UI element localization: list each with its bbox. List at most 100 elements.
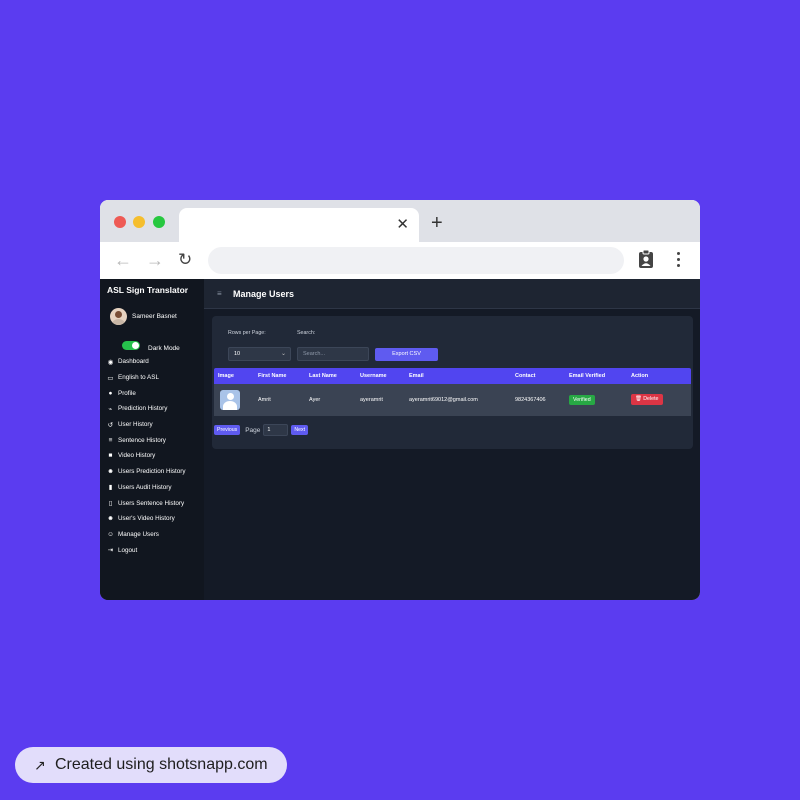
chevron-down-icon: ⌄ (280, 351, 286, 357)
users-icon: ☻ (107, 468, 114, 476)
sidebar-item-label: Users Prediction History (118, 468, 186, 476)
sidebar-item-label: Dashboard (118, 358, 149, 366)
sidebar-item-label: Manage Users (118, 530, 159, 538)
verified-badge: Verified (569, 395, 595, 405)
next-button[interactable]: Next (291, 425, 309, 435)
clipboard-user-icon[interactable] (638, 249, 654, 269)
sidebar-item-label: Sentence History (118, 436, 166, 444)
cell-email: ayeramrit69012@gmail.com (409, 397, 478, 403)
table-row: Amrit Ayer ayeramrit ayeramrit69012@gmai… (214, 384, 691, 416)
sidebar-item-label: Users Sentence History (118, 499, 185, 507)
brand-title: ASL Sign Translator (107, 285, 189, 295)
column-header[interactable]: Email Verified (569, 373, 605, 379)
list-icon: ≡ (108, 436, 113, 444)
users-video-icon: ☻ (107, 515, 114, 523)
cell-first-name: Amrit (258, 397, 271, 403)
sidebar-item-sentence-history[interactable]: ≡ Sentence History (106, 432, 186, 448)
chart-line-icon: ⌁ (108, 405, 113, 413)
rows-per-page-label: Rows per Page: (228, 330, 266, 336)
kebab-menu-icon[interactable] (672, 250, 684, 270)
sidebar-item-users-sentence-history[interactable]: ▯ Users Sentence History (106, 495, 186, 511)
hamburger-menu-icon[interactable]: ≡ (217, 289, 222, 298)
sidebar-item-manage-users[interactable]: ☺ Manage Users (106, 527, 186, 543)
sidebar-item-label: User's Video History (118, 515, 175, 523)
search-input[interactable] (297, 347, 369, 361)
dark-mode-row: Dark Mode (122, 338, 180, 352)
sidebar: ASL Sign Translator Sameer Basnet Dark M… (100, 279, 204, 600)
user-avatar-icon (220, 390, 240, 410)
logout-icon: ⇥ (107, 547, 114, 555)
clipboard-icon: ▮ (108, 484, 113, 492)
maximize-window-button[interactable] (153, 216, 165, 228)
delete-button[interactable]: 🗑 Delete (631, 394, 663, 405)
cell-username: ayeramrit (360, 397, 383, 403)
sidebar-item-label: Prediction History (118, 405, 168, 413)
sidebar-item-label: English to ASL (118, 374, 159, 382)
sidebar-item-users-audit-history[interactable]: ▮ Users Audit History (106, 480, 186, 496)
sidebar-item-user-s-video-history[interactable]: ☻ User's Video History (106, 511, 186, 527)
url-input[interactable] (208, 247, 624, 274)
dashboard-icon: ◉ (107, 358, 114, 366)
minimize-window-button[interactable] (133, 216, 145, 228)
cell-last-name: Ayer (309, 397, 321, 403)
tab-bar: ✕ + (100, 200, 700, 242)
previous-button[interactable]: Previous (214, 425, 241, 435)
sidebar-item-logout[interactable]: ⇥ Logout (106, 542, 186, 558)
rows-per-page-value: 10 (234, 351, 241, 357)
video-icon: ■ (108, 452, 113, 460)
sidebar-item-users-prediction-history[interactable]: ☻ Users Prediction History (106, 464, 186, 480)
page-label: Page (245, 426, 261, 434)
column-header[interactable]: Image (218, 373, 234, 379)
column-header[interactable]: Email (409, 373, 424, 379)
column-header[interactable]: First Name (258, 373, 286, 379)
address-bar-row: ← → ↻ (100, 242, 700, 279)
dark-mode-label: Dark Mode (148, 345, 180, 352)
history-icon: ↺ (107, 421, 114, 429)
sidebar-item-video-history[interactable]: ■ Video History (106, 448, 186, 464)
forward-arrow-icon[interactable]: → (146, 250, 164, 270)
column-header[interactable]: Last Name (309, 373, 337, 379)
sidebar-item-dashboard[interactable]: ◉ Dashboard (106, 354, 186, 370)
users-card: Rows per Page: Search: 10 ⌄ Export CSV I… (212, 316, 693, 449)
user-name: Sameer Basnet (132, 313, 177, 320)
avatar (110, 308, 127, 325)
language-icon: ▭ (107, 374, 114, 382)
sidebar-item-prediction-history[interactable]: ⌁ Prediction History (106, 401, 186, 417)
arrow-up-right-icon: ↗ (34, 756, 46, 773)
user-icon: ● (108, 389, 113, 397)
user-profile[interactable]: Sameer Basnet (110, 308, 177, 325)
back-arrow-icon[interactable]: ← (114, 250, 132, 270)
rows-per-page-select[interactable]: 10 ⌄ (228, 347, 291, 361)
sidebar-item-label: Video History (118, 452, 156, 460)
sidebar-menu: ◉ Dashboard ▭ English to ASL ● Profile ⌁ Predic… (106, 354, 186, 558)
close-window-button[interactable] (114, 216, 126, 228)
reload-icon[interactable]: ↻ (178, 250, 192, 270)
top-bar: ≡ Manage Users (204, 279, 700, 309)
browser-tab[interactable]: ✕ (179, 208, 419, 242)
sidebar-item-label: Profile (118, 389, 136, 397)
search-label: Search: (297, 330, 316, 336)
sidebar-item-label: Users Audit History (118, 483, 172, 491)
column-header[interactable]: Action (631, 373, 648, 379)
app-content: ASL Sign Translator Sameer Basnet Dark M… (100, 279, 700, 600)
sidebar-item-profile[interactable]: ● Profile (106, 385, 186, 401)
user-cog-icon: ☺ (107, 530, 114, 538)
pagination: Previous Page 1 Next (214, 424, 309, 436)
users-table: Image First Name Last Name Username Emai… (214, 368, 691, 416)
new-tab-icon[interactable]: + (431, 212, 443, 234)
credit-badge[interactable]: ↗ Created using shotsnapp.com (15, 747, 287, 783)
sidebar-item-label: User History (118, 421, 153, 429)
dark-mode-toggle[interactable] (122, 340, 140, 350)
table-header: Image First Name Last Name Username Emai… (214, 368, 691, 384)
close-tab-icon[interactable]: ✕ (396, 216, 409, 234)
page-number-input[interactable]: 1 (263, 424, 289, 436)
column-header[interactable]: Username (360, 373, 387, 379)
column-header[interactable]: Contact (515, 373, 535, 379)
sidebar-item-label: Logout (118, 546, 138, 554)
page-title: Manage Users (233, 289, 295, 299)
export-csv-button[interactable]: Export CSV (375, 348, 438, 361)
browser-window: ✕ + ← → ↻ ASL Sign Translator Sameer Bas… (100, 200, 700, 600)
sidebar-item-english-to-asl[interactable]: ▭ English to ASL (106, 370, 186, 386)
sidebar-item-user-history[interactable]: ↺ User History (106, 417, 186, 433)
main-panel: ≡ Manage Users Rows per Page: Search: 10… (204, 279, 700, 600)
